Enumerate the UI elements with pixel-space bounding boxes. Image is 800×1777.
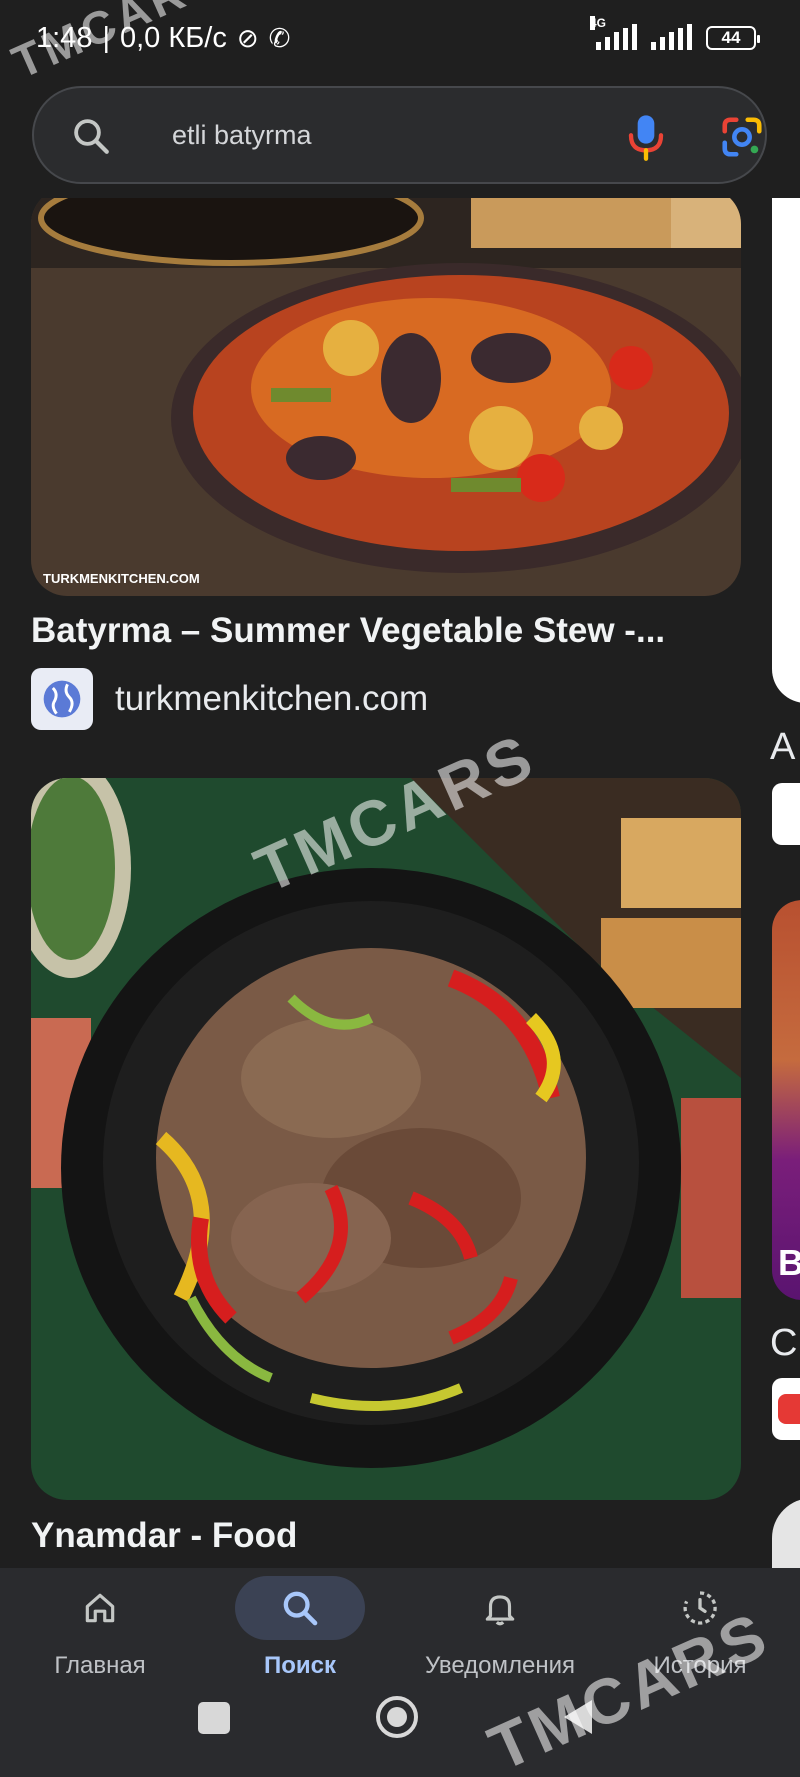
search-input[interactable]: etli batyrma xyxy=(172,120,312,151)
nav-search[interactable]: Поиск xyxy=(200,1568,400,1680)
home-button[interactable] xyxy=(376,1696,418,1738)
nav-search-label: Поиск xyxy=(263,1652,337,1679)
side-result-title[interactable]: B xyxy=(778,1242,800,1284)
meat-dish-photo xyxy=(31,778,741,1500)
side-result-image[interactable] xyxy=(772,1498,800,1568)
google-lens-icon[interactable] xyxy=(719,114,765,160)
side-result-favicon xyxy=(772,783,800,845)
side-result-card[interactable] xyxy=(772,198,800,703)
result-image-ynamdar[interactable] xyxy=(31,778,741,1500)
nav-home[interactable]: Главная xyxy=(0,1568,200,1680)
search-icon xyxy=(74,119,109,154)
signal-2-icon xyxy=(651,24,692,50)
result-source[interactable]: turkmenkitchen.com xyxy=(31,668,428,730)
signal-1-icon: 4G xyxy=(590,16,637,50)
side-result-image[interactable] xyxy=(772,900,800,1300)
battery-level: 44 xyxy=(721,28,741,47)
bell-icon xyxy=(485,1595,515,1626)
call-icon: ✆ xyxy=(268,23,291,53)
result-title[interactable]: Batyrma – Summer Vegetable Stew -... xyxy=(31,611,665,651)
status-right: 4G 44 xyxy=(590,16,760,50)
result-title[interactable]: Ynamdar - Food xyxy=(31,1516,297,1556)
image-watermark: TURKMENKITCHEN.COM xyxy=(43,571,200,586)
data-saver-icon: ⊘ xyxy=(236,23,259,53)
battery-icon: 44 xyxy=(706,26,760,50)
search-bar[interactable]: etli batyrma xyxy=(32,86,767,184)
nav-notifications[interactable]: Уведомления xyxy=(400,1568,600,1680)
globe-icon xyxy=(31,668,93,730)
mic-icon[interactable] xyxy=(626,112,666,162)
stew-photo: TURKMENKITCHEN.COM xyxy=(31,198,741,596)
nav-home-label: Главная xyxy=(54,1652,146,1679)
side-result-title[interactable]: A xyxy=(770,726,795,769)
result-image-batyrma[interactable]: TURKMENKITCHEN.COM xyxy=(31,198,741,596)
image-results: TURKMENKITCHEN.COM Batyrma – Summer Vege… xyxy=(0,198,800,1568)
recents-button[interactable] xyxy=(198,1702,230,1734)
search-icon xyxy=(283,1591,318,1626)
source-domain: turkmenkitchen.com xyxy=(115,679,429,718)
side-result-favicon xyxy=(772,1378,800,1440)
network-type: 4G xyxy=(590,16,607,30)
side-result-title[interactable]: C xyxy=(770,1322,797,1365)
home-icon xyxy=(85,1593,115,1623)
